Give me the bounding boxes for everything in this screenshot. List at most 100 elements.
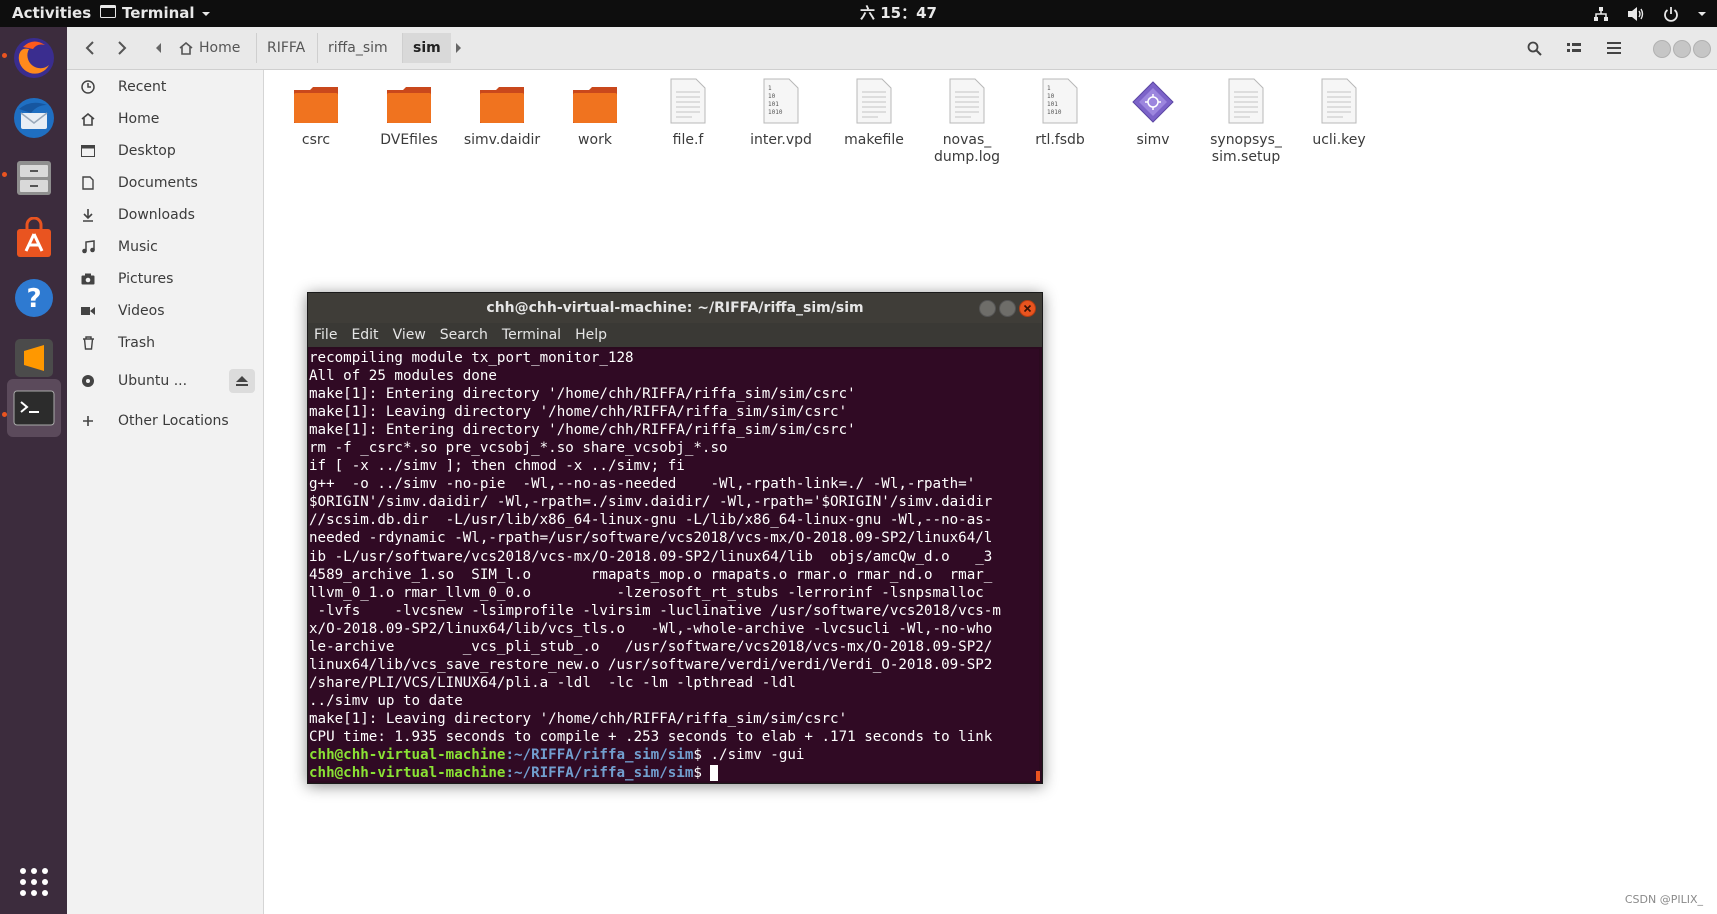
eject-button[interactable] [229, 369, 255, 393]
sidebar-item-pictures[interactable]: Pictures [67, 264, 263, 294]
file-item-makefile[interactable]: makefile [829, 72, 919, 149]
camera-icon [79, 273, 97, 285]
sidebar-item-music[interactable]: Music [67, 232, 263, 262]
breadcrumb-riffa-sim[interactable]: riffa_sim [317, 33, 398, 63]
dock-sublime[interactable] [7, 331, 61, 385]
output-line: x/O-2018.09-SP2/linux64/lib/vcs_tls.o -W… [309, 620, 993, 637]
file-item-file-f[interactable]: file.f [643, 72, 733, 149]
sidebar-item-videos[interactable]: Videos [67, 296, 263, 326]
dock-thunderbird[interactable] [7, 91, 61, 145]
folder-icon [480, 87, 524, 123]
menu-button[interactable] [1597, 33, 1631, 63]
dock-help[interactable]: ? [7, 271, 61, 325]
menu-help[interactable]: Help [575, 327, 607, 343]
breadcrumb-riffa[interactable]: RIFFA [256, 33, 315, 63]
file-item-csrc[interactable]: csrc [271, 72, 361, 149]
minimize-button[interactable] [1653, 40, 1671, 58]
search-button[interactable] [1517, 33, 1551, 63]
binary-file-icon: 1101011010 [763, 78, 799, 124]
sidebar-item-documents[interactable]: Documents [67, 168, 263, 198]
maximize-button[interactable] [999, 300, 1016, 317]
caret-right-icon [456, 43, 461, 53]
activities-button[interactable]: Activities [12, 0, 91, 27]
output-line: 4589_archive_1.so SIM_l.o rmapats_mop.o … [309, 566, 993, 583]
sidebar-item-label: Music [118, 239, 158, 255]
prompt-path: :~/RIFFA/riffa_sim/sim [505, 765, 694, 781]
file-cabinet-icon [17, 161, 51, 195]
sidebar-item-desktop[interactable]: Desktop [67, 136, 263, 166]
sidebar-item-other-locations[interactable]: Other Locations [67, 406, 263, 436]
file-item-synopsys-sim-setup[interactable]: synopsys_ sim.setup [1201, 72, 1291, 166]
help-icon: ? [15, 279, 53, 317]
app-grid-icon [20, 868, 48, 896]
view-toggle-button[interactable] [1557, 33, 1591, 63]
forward-button[interactable] [109, 33, 135, 63]
file-item-simv-daidir[interactable]: simv.daidir [457, 72, 547, 149]
output-line: make[1]: Entering directory '/home/chh/R… [309, 422, 856, 439]
sidebar-item-recent[interactable]: Recent [67, 72, 263, 102]
text-cursor [710, 765, 719, 781]
maximize-button[interactable] [1673, 40, 1691, 58]
minimize-button[interactable] [979, 300, 996, 317]
close-button[interactable] [1693, 40, 1711, 58]
output-line: llvm_0_1.o rmar_llvm_0_0.o -lzerosoft_rt… [309, 584, 984, 601]
back-button[interactable] [77, 33, 103, 63]
sidebar-item-trash[interactable]: Trash [67, 328, 263, 358]
menu-search[interactable]: Search [440, 327, 488, 343]
folder-icon [573, 87, 617, 123]
prompt-user: chh@chh-virtual-machine [309, 765, 506, 781]
breadcrumb-home[interactable]: Home [169, 33, 250, 63]
sidebar-item-downloads[interactable]: Downloads [67, 200, 263, 230]
menu-file[interactable]: File [314, 327, 337, 343]
close-button[interactable] [1019, 300, 1036, 317]
breadcrumb-scroll-right[interactable] [451, 33, 465, 63]
plus-icon [79, 415, 97, 427]
file-item-rtl-fsdb[interactable]: 1 10 101 1010 rtl.fsdb [1015, 72, 1105, 149]
video-icon [79, 306, 97, 316]
sublime-text-icon [15, 339, 53, 377]
dock-software[interactable] [7, 211, 61, 265]
sidebar-item-label: Recent [118, 79, 167, 95]
breadcrumb-sim[interactable]: sim [402, 33, 451, 63]
clock[interactable]: 六 15：47 [860, 0, 937, 27]
show-applications-button[interactable] [7, 855, 61, 909]
svg-text:101: 101 [1047, 101, 1058, 108]
dock-firefox[interactable] [7, 31, 61, 85]
terminal-output[interactable]: recompiling module tx_port_monitor_128 Al… [309, 349, 1039, 781]
svg-text:1010: 1010 [1047, 109, 1062, 116]
file-item-novas-dump-log[interactable]: novas_ dump.log [922, 72, 1012, 166]
file-item-dvefiles[interactable]: DVEfiles [364, 72, 454, 149]
menu-edit[interactable]: Edit [351, 327, 378, 343]
app-menu[interactable]: Terminal [100, 0, 211, 27]
file-item-work[interactable]: work [550, 72, 640, 149]
file-item-inter-vpd[interactable]: 1 10 101 1010 inter.vpd [736, 72, 826, 149]
output-line: needed -rdynamic -Wl,-rpath=/usr/softwar… [309, 530, 993, 547]
software-bag-icon [17, 217, 51, 257]
chevron-right-icon [118, 41, 127, 55]
output-line: ib -L/usr/software/vcs2018/vcs-mx/O-2018… [309, 548, 993, 565]
resize-grip[interactable] [1036, 771, 1040, 781]
system-menu[interactable] [1593, 0, 1707, 27]
file-item-ucli-key[interactable]: ucli.key [1294, 72, 1384, 149]
text-file-icon [949, 78, 985, 124]
prompt-line: chh@chh-virtual-machine:~/RIFFA/riffa_si… [309, 746, 1039, 764]
prompt-user: chh@chh-virtual-machine [309, 747, 506, 764]
command-text: ./simv -gui [710, 747, 805, 764]
dock-files[interactable] [7, 151, 61, 205]
dock-terminal[interactable] [7, 379, 61, 437]
desktop-icon [79, 145, 97, 157]
menu-terminal[interactable]: Terminal [502, 327, 561, 343]
output-line: make[1]: Leaving directory '/home/chh/RI… [309, 710, 848, 727]
file-item-simv[interactable]: simv [1108, 72, 1198, 149]
menu-view[interactable]: View [393, 327, 426, 343]
home-icon [79, 112, 97, 126]
svg-text:10: 10 [768, 93, 776, 100]
breadcrumb-scroll-left[interactable] [152, 33, 166, 63]
terminal-window[interactable]: chh@chh-virtual-machine: ~/RIFFA/riffa_s… [307, 292, 1043, 784]
terminal-titlebar[interactable]: chh@chh-virtual-machine: ~/RIFFA/riffa_s… [308, 293, 1042, 323]
sidebar-item-label: Home [118, 111, 160, 127]
file-name: novas_ dump.log [933, 132, 1001, 165]
list-view-icon [1567, 43, 1581, 52]
chevron-left-icon [85, 41, 94, 55]
sidebar-item-home[interactable]: Home [67, 104, 263, 134]
